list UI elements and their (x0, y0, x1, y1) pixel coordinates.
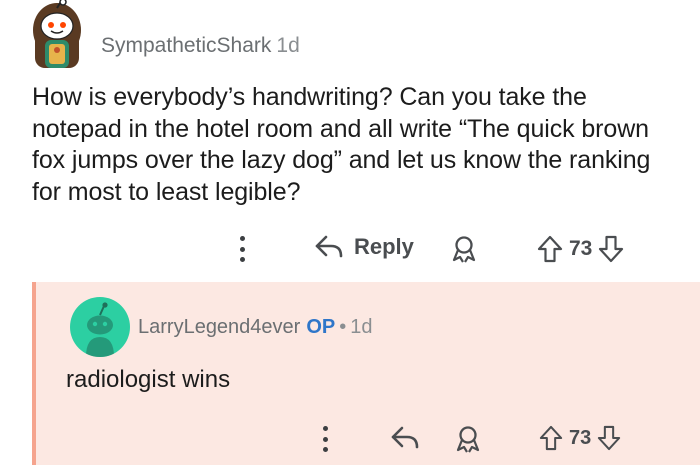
snoo-avatar-icon (86, 302, 114, 357)
reply-comment: LarryLegend4ever OP • 1d radiologist wins 7… (32, 282, 700, 465)
more-options-icon[interactable] (322, 426, 328, 452)
reply-arrow-icon (391, 426, 419, 449)
comment-age: 1d (276, 34, 300, 57)
comment-body: How is everybody’s handwriting? Can you … (32, 83, 651, 206)
reply-age: 1d (350, 316, 373, 338)
op-badge: OP (306, 316, 336, 338)
vote-control: 73 (537, 235, 624, 263)
award-button[interactable] (454, 425, 482, 453)
reply-button[interactable]: Reply (314, 234, 414, 260)
snoo-avatar-icon (33, 0, 81, 68)
vote-control: 73 (539, 425, 621, 451)
meta-separator: • (339, 316, 347, 338)
reply-arrow-icon (315, 235, 343, 258)
reply-username[interactable]: LarryLegend4ever (138, 316, 300, 338)
upvote-icon[interactable] (537, 235, 563, 263)
vote-score: 73 (569, 237, 593, 260)
reply-user-avatar[interactable] (70, 297, 130, 357)
user-avatar[interactable] (26, 0, 88, 70)
reply-body: radiologist wins (66, 366, 231, 393)
comment-meta: SympatheticShark 1d (101, 34, 300, 58)
award-button[interactable] (450, 235, 478, 263)
award-icon (456, 426, 480, 453)
reply-actions: 73 (36, 422, 700, 456)
reply-meta: LarryLegend4ever OP • 1d (138, 316, 373, 339)
vote-score: 73 (569, 426, 592, 449)
reply-label: Reply (354, 234, 414, 259)
upvote-icon[interactable] (539, 425, 563, 451)
reply-button[interactable] (390, 425, 420, 451)
comment: SympatheticShark 1d How is everybody’s ha… (0, 0, 700, 282)
award-icon (452, 236, 476, 263)
downvote-icon[interactable] (598, 235, 624, 263)
downvote-icon[interactable] (597, 425, 621, 451)
comment-actions: Reply 73 (0, 232, 700, 268)
more-options-icon[interactable] (239, 236, 245, 262)
username[interactable]: SympatheticShark (101, 34, 271, 57)
